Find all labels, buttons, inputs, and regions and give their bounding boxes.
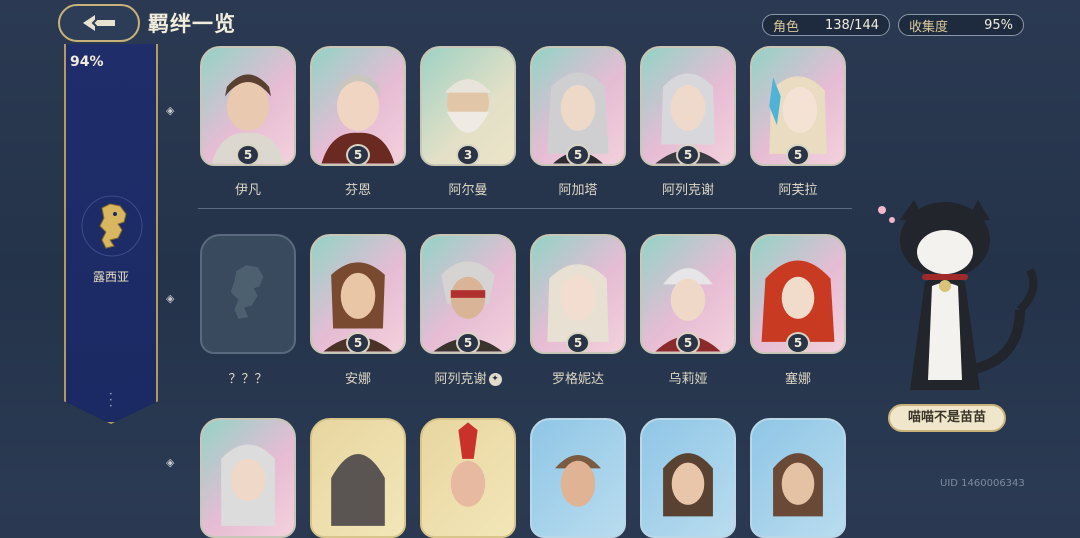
- lion-emblem-icon: [81, 195, 143, 257]
- character-name: 安娜: [344, 372, 371, 387]
- character-card[interactable]: 5: [750, 234, 846, 354]
- character-card[interactable]: 5: [310, 234, 406, 354]
- portrait-icon: [331, 454, 385, 526]
- character-name: 阿芙拉: [778, 183, 818, 198]
- back-button[interactable]: [58, 4, 140, 42]
- character-name: 罗格妮达: [551, 372, 604, 387]
- character-card[interactable]: [750, 418, 846, 538]
- collection-value: 95%: [984, 17, 1013, 33]
- character-name: 阿列克谢: [661, 183, 714, 198]
- role-label: 角色: [773, 19, 800, 35]
- character-card[interactable]: [640, 418, 736, 538]
- star-badge: 5: [566, 144, 590, 164]
- character-card[interactable]: 5: [530, 234, 626, 354]
- portrait-icon: [221, 444, 275, 526]
- character-card[interactable]: 5: [530, 46, 626, 166]
- character-name: 塞娜: [784, 372, 811, 387]
- character-name: 伊凡: [234, 183, 261, 198]
- star-badge: 5: [346, 144, 370, 164]
- portrait-icon: [555, 455, 601, 507]
- character-name: 阿尔曼: [448, 183, 488, 198]
- row-marker: ◈: [166, 456, 175, 469]
- row-marker: ◈: [166, 104, 175, 117]
- character-card[interactable]: 5: [310, 46, 406, 166]
- portrait-icon: [450, 422, 486, 507]
- character-name-with-badge: 阿列克谢 ✦: [413, 368, 523, 387]
- role-value: 138/144: [824, 17, 879, 33]
- collection-label: 收集度: [909, 19, 949, 35]
- cat-companion-icon[interactable]: [870, 190, 1040, 430]
- row-divider: [198, 208, 852, 209]
- star-badge: 5: [346, 332, 370, 352]
- character-name: 阿列克谢: [434, 372, 487, 387]
- star-badge: 5: [786, 332, 810, 352]
- character-card[interactable]: [420, 418, 516, 538]
- companion-name-label: 喵喵不是苗苗: [888, 404, 1006, 432]
- star-badge: 5: [566, 332, 590, 352]
- character-card[interactable]: 5: [640, 46, 736, 166]
- star-badge: 5: [236, 144, 260, 164]
- arrow-back-icon: [83, 15, 115, 31]
- star-badge: 5: [786, 144, 810, 164]
- character-card[interactable]: 5: [750, 46, 846, 166]
- collection-pill: 收集度 95%: [898, 14, 1024, 36]
- character-card[interactable]: 5: [200, 46, 296, 166]
- user-id: UID 1460006343: [940, 478, 1025, 489]
- variant-badge-icon: ✦: [488, 373, 502, 386]
- character-card[interactable]: 5: [420, 234, 516, 354]
- character-card-locked[interactable]: [200, 234, 296, 354]
- faction-name: 露西亚: [92, 270, 129, 284]
- faction-banner[interactable]: 94% 露西亚 • • •: [64, 44, 158, 424]
- portrait-icon: [663, 453, 713, 517]
- star-badge: 3: [456, 144, 480, 164]
- role-count-pill: 角色 138/144: [762, 14, 890, 36]
- character-card[interactable]: [530, 418, 626, 538]
- character-card[interactable]: 5: [640, 234, 736, 354]
- character-name: 乌莉娅: [668, 372, 708, 387]
- star-badge: 5: [676, 144, 700, 164]
- character-card[interactable]: [200, 418, 296, 538]
- character-name: 芬恩: [344, 183, 371, 198]
- faction-percent: 94%: [70, 54, 104, 70]
- character-name: ？？？: [228, 372, 268, 387]
- scroll-dots: • • •: [109, 391, 113, 410]
- portrait-icon: [773, 453, 823, 517]
- star-badge: 5: [676, 332, 700, 352]
- star-badge: 5: [456, 332, 480, 352]
- character-card[interactable]: [310, 418, 406, 538]
- row-marker: ◈: [166, 292, 175, 305]
- character-name: 阿加塔: [558, 183, 598, 198]
- page-title: 羁绊一览: [148, 12, 236, 36]
- character-card[interactable]: 3: [420, 46, 516, 166]
- lion-silhouette-icon: [230, 265, 264, 319]
